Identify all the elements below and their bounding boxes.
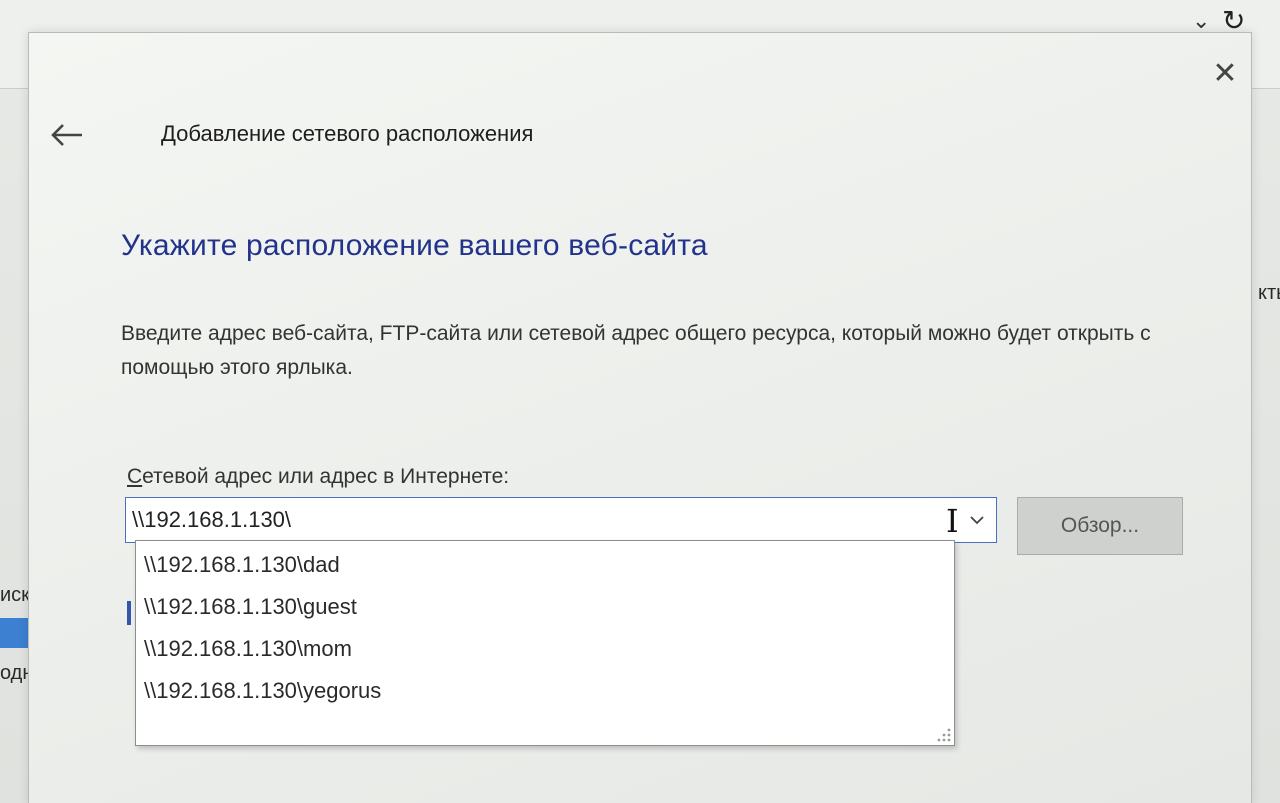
access-key: С <box>127 465 143 488</box>
background-text: кты <box>1258 282 1280 304</box>
close-button[interactable]: ✕ <box>1209 56 1241 90</box>
add-network-location-dialog: ✕ Добавление сетевого расположения Укажи… <box>28 32 1252 803</box>
text-cursor-icon: I <box>946 502 959 540</box>
background-text: иск <box>0 584 30 606</box>
address-field-label-text: етевой адрес или адрес в Интернете: <box>142 465 510 488</box>
dialog-title: Добавление сетевого расположения <box>161 121 534 146</box>
instruction-text: Введите адрес веб-сайта, FTP-сайта или с… <box>121 322 1151 379</box>
back-button[interactable] <box>47 117 87 153</box>
address-field-label: Сетевой адрес или адрес в Интернете: <box>127 465 509 489</box>
close-icon: ✕ <box>1212 56 1238 90</box>
page-heading: Укажите расположение вашего веб-сайта <box>121 229 708 262</box>
suggestion-item[interactable]: \\192.168.1.130\dad <box>144 545 944 585</box>
arrow-left-icon <box>51 124 82 146</box>
browse-button[interactable]: Обзор... <box>1017 497 1183 555</box>
dropdown-toggle[interactable] <box>962 504 992 536</box>
resize-grip-icon[interactable] <box>932 723 952 743</box>
suggestion-item[interactable]: \\192.168.1.130\guest <box>144 587 944 627</box>
chevron-down-icon <box>970 515 984 524</box>
suggestion-item[interactable]: \\192.168.1.130\yegorus <box>144 671 944 711</box>
suggestions-dropdown: \\192.168.1.130\dad \\192.168.1.130\gues… <box>135 540 955 746</box>
suggestion-item[interactable]: \\192.168.1.130\mom <box>144 629 944 669</box>
address-input[interactable] <box>132 504 932 536</box>
chevron-down-icon[interactable]: ⌄ <box>1192 8 1210 34</box>
partially-hidden-link[interactable] <box>127 601 131 625</box>
address-combobox[interactable]: I <box>125 497 997 543</box>
